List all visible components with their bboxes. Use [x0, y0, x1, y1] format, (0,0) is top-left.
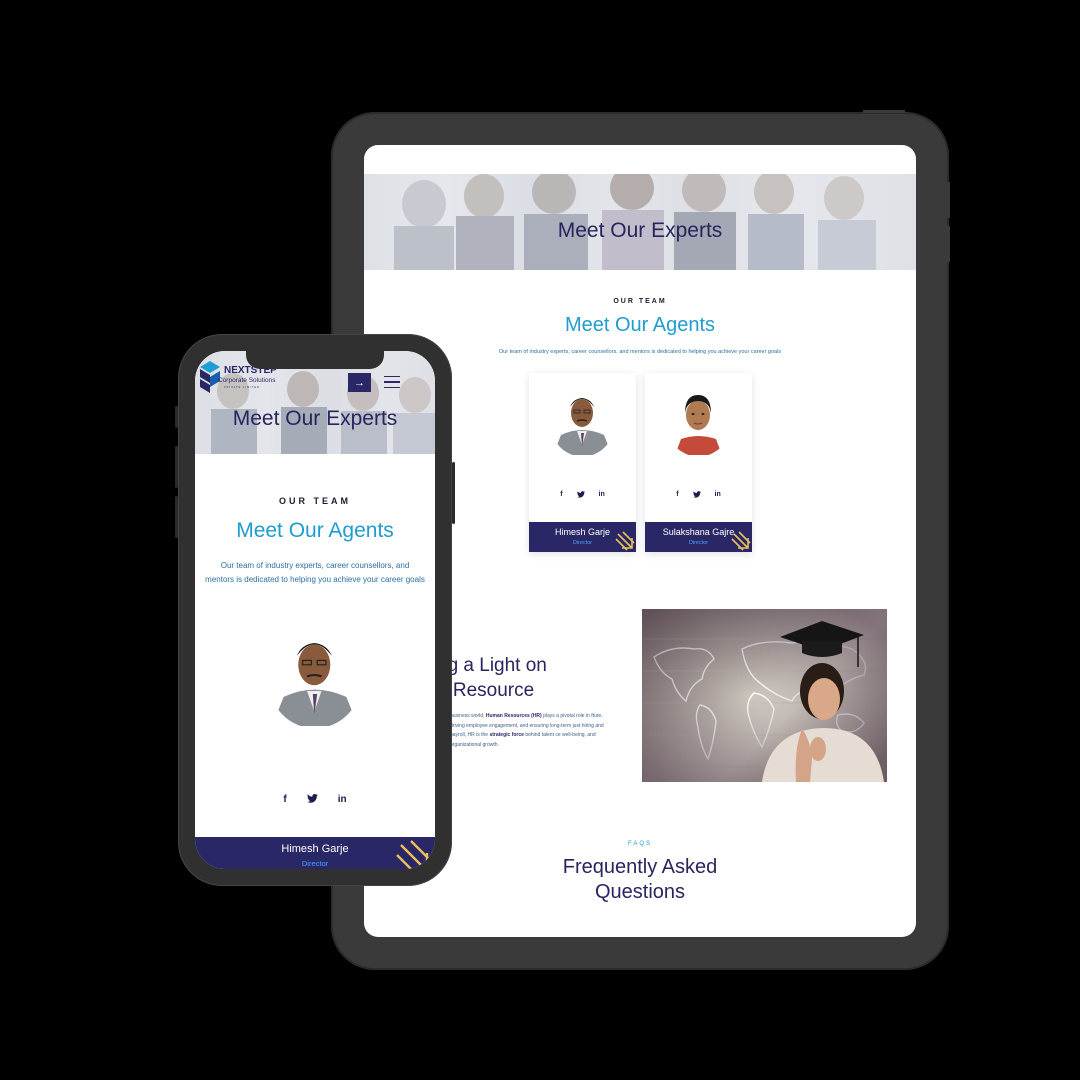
phone-screen: NEXTSTEP Corporate Solutions PRIVATE LIM…	[195, 351, 435, 869]
team-description: Our team of industry experts, career cou…	[498, 349, 782, 355]
team-description-line: Our team of industry experts, career cou…	[220, 561, 410, 570]
arrow-right-icon: →	[354, 376, 365, 389]
tablet-volume-up	[947, 182, 950, 218]
twitter-icon[interactable]	[306, 793, 318, 806]
facebook-icon[interactable]: f	[676, 491, 678, 500]
hero-title: Meet Our Experts	[557, 219, 723, 242]
social-links: f in	[645, 491, 752, 500]
linkedin-icon[interactable]: in	[715, 491, 721, 500]
team-description-line: mentors is dedicated to helping you achi…	[205, 575, 425, 584]
team-title: Meet Our Agents	[564, 314, 716, 336]
social-links: f in	[195, 793, 435, 806]
hr-text-part: business world,	[450, 713, 485, 719]
agent-card[interactable]: f in Himesh Garje Director	[529, 373, 636, 552]
phone-power-button	[452, 462, 455, 524]
arrow-decoration-icon	[396, 840, 432, 869]
linkedin-icon[interactable]: in	[599, 491, 605, 500]
agent-nameplate: Himesh Garje Director	[529, 522, 636, 552]
hamburger-menu-icon[interactable]	[384, 376, 400, 389]
agent-photo	[269, 624, 361, 726]
logo-tagline: PRIVATE LIMITED	[224, 386, 260, 389]
team-title: Meet Our Agents	[236, 519, 394, 542]
hr-text-bold: Human Resources (HR)	[485, 713, 542, 719]
facebook-icon[interactable]: f	[560, 491, 562, 500]
hr-section-title: ng a Light on n Resource	[437, 655, 547, 701]
tablet-top-button	[863, 110, 905, 113]
agent-nameplate: Sulakshana Gajre Director	[645, 522, 752, 552]
tablet-volume-down	[947, 226, 950, 262]
facebook-icon[interactable]: f	[283, 794, 286, 806]
hr-text-bold: strategic force	[489, 732, 524, 738]
agent-photo	[551, 385, 614, 455]
agent-card[interactable]: f in Sulakshana Gajre Director	[645, 373, 752, 552]
team-eyebrow: OUR TEAM	[613, 298, 667, 305]
agent-photo	[667, 385, 730, 455]
hr-section-text: business world, Human Resources (HR) pla…	[450, 712, 618, 750]
logo-subtitle: Corporate Solutions	[218, 377, 276, 384]
phone-device: NEXTSTEP Corporate Solutions PRIVATE LIM…	[175, 334, 455, 886]
social-links: f in	[529, 491, 636, 500]
phone-volume-up	[175, 446, 178, 488]
arrow-decoration-icon	[731, 531, 751, 551]
graduate-woman-image	[642, 609, 887, 782]
arrow-decoration-icon	[615, 531, 635, 551]
header-cta-button[interactable]: →	[348, 373, 371, 392]
team-description: Our team of industry experts, career cou…	[195, 559, 435, 587]
twitter-icon[interactable]	[692, 491, 701, 500]
agent-nameplate: Himesh Garje Director	[195, 837, 435, 869]
twitter-icon[interactable]	[576, 491, 585, 500]
phone-notch	[246, 351, 384, 369]
phone-volume-down	[175, 496, 178, 538]
linkedin-icon[interactable]: in	[338, 794, 347, 806]
phone-mute-switch	[175, 406, 178, 428]
team-eyebrow: OUR TEAM	[279, 496, 351, 506]
hero-banner: Meet Our Experts	[364, 174, 916, 270]
hero-title: Meet Our Experts	[232, 407, 398, 430]
